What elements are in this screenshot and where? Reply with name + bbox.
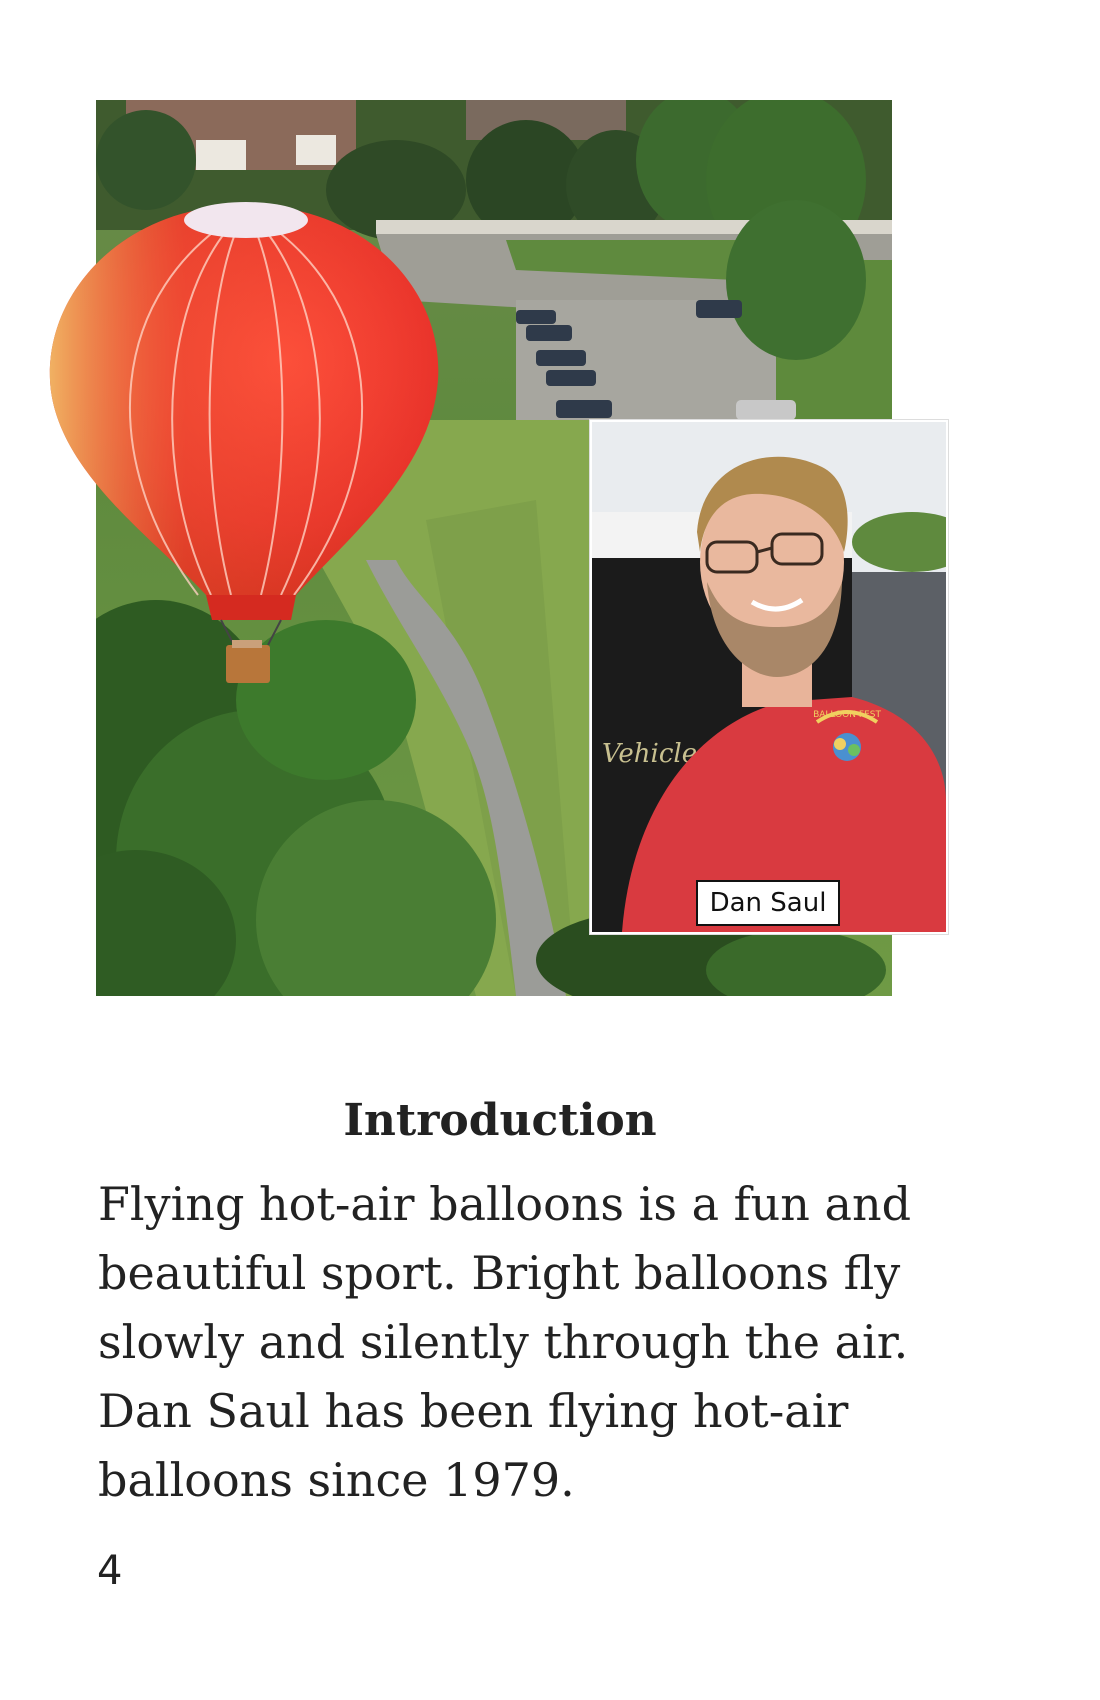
- photo-caption: Dan Saul: [696, 880, 840, 926]
- portrait-photo: Vehicle BALLOON FEST: [592, 422, 946, 932]
- balloon-icon: [49, 202, 439, 683]
- portrait-inset: Vehicle BALLOON FEST Dan Saul: [590, 420, 948, 934]
- intro-paragraph: Flying hot-air balloons is a fun and bea…: [98, 1177, 912, 1507]
- shirt-text: BALLOON FEST: [813, 710, 881, 720]
- van-text: Vehicle: [602, 739, 697, 769]
- hot-air-balloon: [46, 200, 446, 690]
- section-heading: Introduction: [343, 1095, 657, 1147]
- page-number: 4: [97, 1548, 123, 1594]
